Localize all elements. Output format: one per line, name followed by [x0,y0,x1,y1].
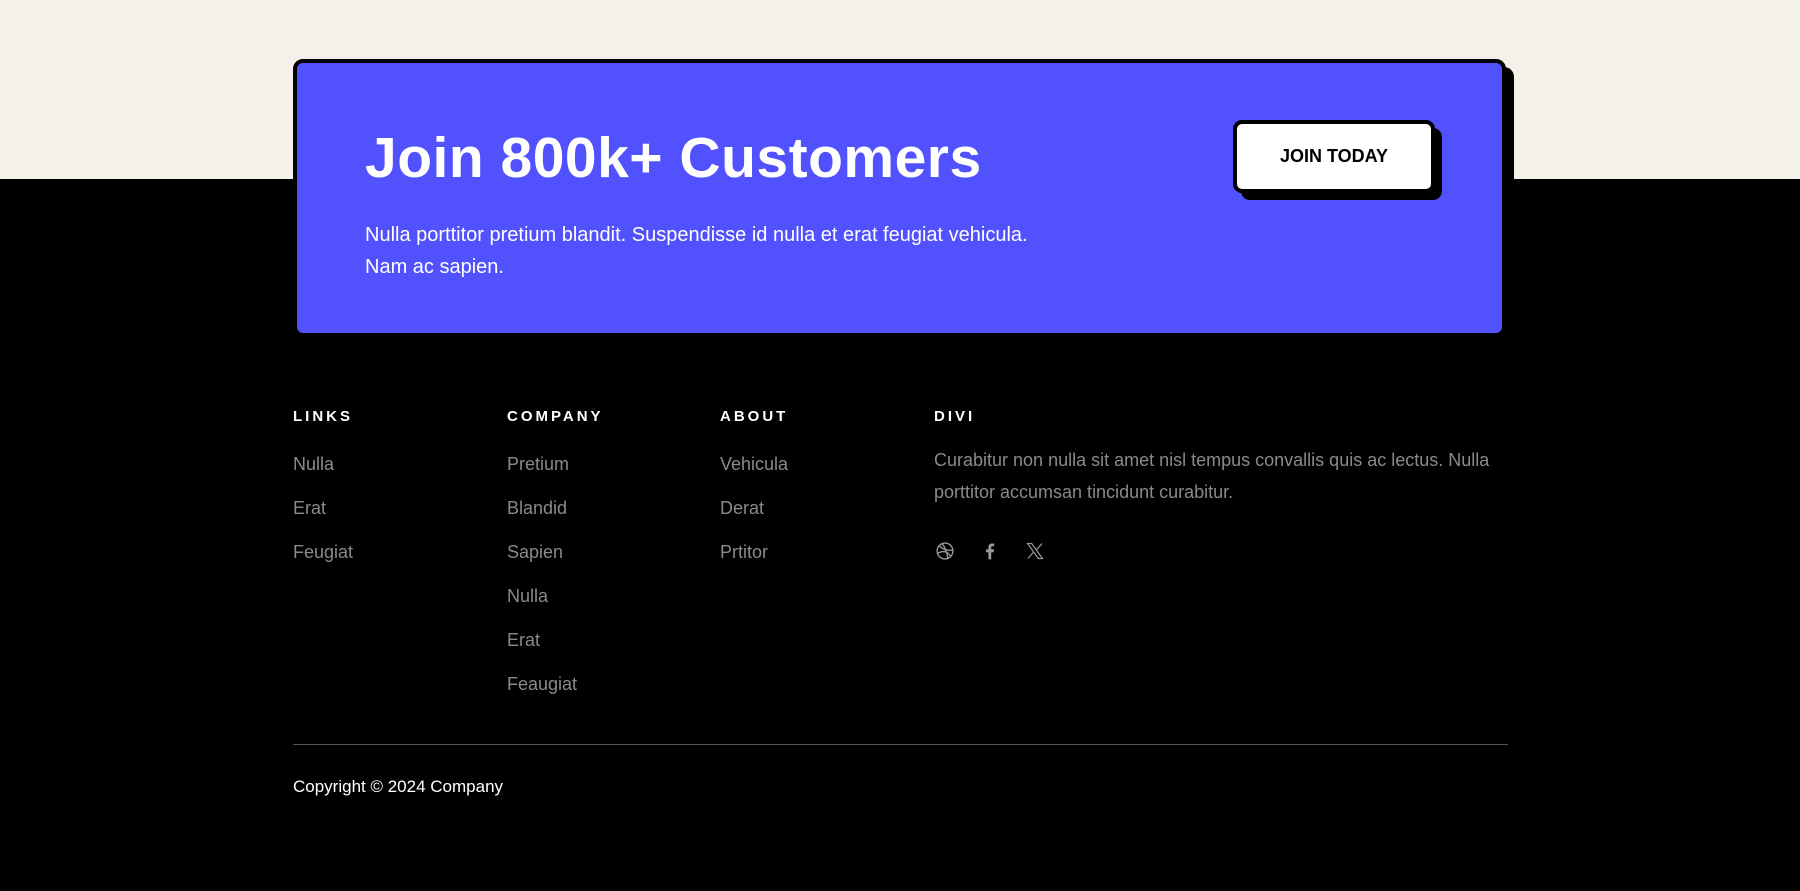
column-heading: COMPANY [507,408,604,425]
column-heading: DIVI [934,408,976,425]
list-item[interactable]: Derat [720,497,788,541]
footer-link-sapien[interactable]: Sapien [507,542,563,562]
dribbble-icon[interactable] [934,540,956,562]
footer-column-about: ABOUT Vehicula Derat Prtitor [720,406,789,562]
footer-link-erat[interactable]: Erat [507,630,540,650]
social-links [934,540,1046,562]
footer-link-pretium[interactable]: Pretium [507,454,569,474]
footer-link-feaugiat[interactable]: Feaugiat [507,674,577,694]
list-item[interactable]: Nulla [507,585,577,629]
list-item[interactable]: Pretium [507,453,577,497]
join-today-button[interactable]: JOIN TODAY [1233,120,1435,193]
footer-link-feugiat[interactable]: Feugiat [293,542,353,562]
copyright-text: Copyright © 2024 Company [293,777,504,796]
x-twitter-icon[interactable] [1024,540,1046,562]
footer-link-erat[interactable]: Erat [293,498,326,518]
list-item[interactable]: Erat [507,629,577,673]
list-item[interactable]: Feugiat [293,541,353,585]
footer-link-vehicula[interactable]: Vehicula [720,454,788,474]
footer-column-company: COMPANY Pretium Blandid Sapien Nulla Era… [507,406,604,694]
link-list: Vehicula Derat Prtitor [720,453,788,585]
list-item[interactable]: Erat [293,497,353,541]
link-list: Nulla Erat Feugiat [293,453,353,585]
footer-link-derat[interactable]: Derat [720,498,764,518]
cta-title: Join 800k+ Customers [365,126,982,190]
divi-description: Curabitur non nulla sit amet nisl tempus… [934,450,1490,502]
footer-link-nulla[interactable]: Nulla [507,586,548,606]
column-heading: ABOUT [720,408,789,425]
cta-description: Nulla porttitor pretium blandit. Suspend… [365,224,1028,278]
footer-link-prtitor[interactable]: Prtitor [720,542,768,562]
list-item[interactable]: Feaugiat [507,673,577,717]
facebook-icon[interactable] [979,540,1001,562]
footer-link-nulla[interactable]: Nulla [293,454,334,474]
footer-column-links: LINKS Nulla Erat Feugiat [293,406,353,562]
footer-divider [293,744,1508,745]
link-list: Pretium Blandid Sapien Nulla Erat Feaugi… [507,453,577,717]
list-item[interactable]: Nulla [293,453,353,497]
list-item[interactable]: Blandid [507,497,577,541]
list-item[interactable]: Sapien [507,541,577,585]
list-item[interactable]: Prtitor [720,541,788,585]
column-heading: LINKS [293,408,353,425]
list-item[interactable]: Vehicula [720,453,788,497]
footer-column-divi: DIVI Curabitur non nulla sit amet nisl t… [934,406,1489,560]
footer-link-blandid[interactable]: Blandid [507,498,567,518]
